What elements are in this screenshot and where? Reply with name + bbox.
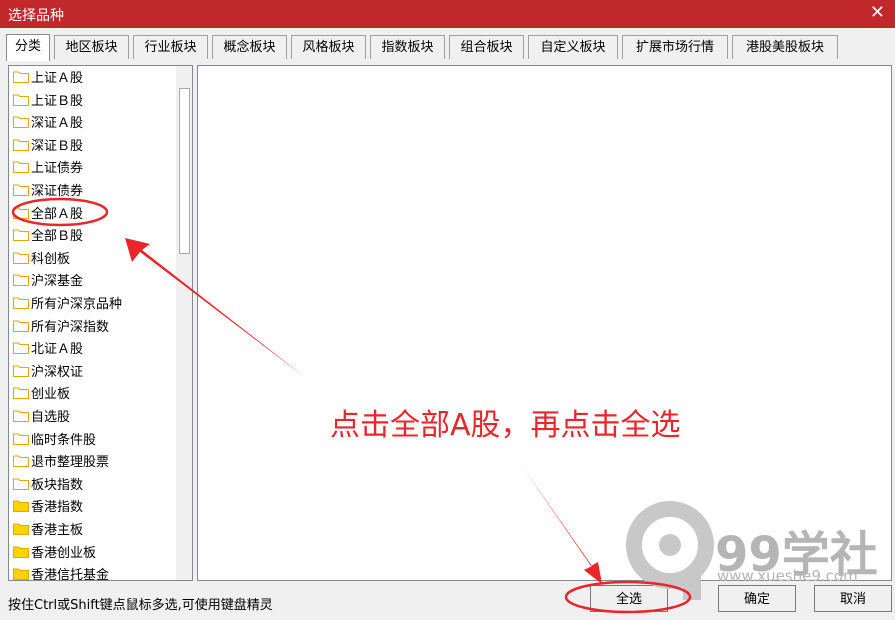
tab-custom[interactable]: 自定义板块 xyxy=(528,35,618,59)
tab-style[interactable]: 风格板块 xyxy=(291,35,366,59)
tab-concept[interactable]: 概念板块 xyxy=(212,35,287,59)
folder-icon xyxy=(13,340,29,355)
tab-region[interactable]: 地区板块 xyxy=(54,35,129,59)
folder-icon xyxy=(13,137,29,151)
close-icon[interactable]: ✕ xyxy=(870,3,885,23)
tree-item-label: 沪深基金 xyxy=(31,274,84,290)
tree-scrollbar[interactable] xyxy=(176,66,192,580)
window-title: 选择品种 xyxy=(8,8,64,24)
tab-hk-us[interactable]: 港股美股板块 xyxy=(732,35,838,59)
folder-icon xyxy=(13,544,29,558)
cancel-button[interactable]: 取消 xyxy=(814,585,892,612)
folder-icon xyxy=(13,114,29,129)
tree-item-label: 所有沪深京品种 xyxy=(31,297,123,312)
tree-item[interactable]: 科创板 xyxy=(13,249,70,271)
tree-item-label: 上证Ｂ股 xyxy=(31,93,84,109)
tree-item-label: 深证Ａ股 xyxy=(31,116,84,132)
tree-item-label: 上证债券 xyxy=(31,161,84,177)
tree-item[interactable]: 临时条件股 xyxy=(13,430,96,452)
tree-item[interactable]: 所有沪深指数 xyxy=(13,317,109,339)
stock-list-panel[interactable] xyxy=(197,65,892,581)
tree-item-label: 科创板 xyxy=(31,251,71,267)
folder-icon xyxy=(13,272,29,287)
tree-item[interactable]: 深证Ｂ股 xyxy=(13,136,83,158)
folder-icon xyxy=(13,92,29,106)
tree-item[interactable]: 深证Ａ股 xyxy=(13,113,83,135)
tree-item[interactable]: 上证Ｂ股 xyxy=(13,91,83,113)
tree-item-label: 临时条件股 xyxy=(31,432,97,448)
tree-item[interactable]: 创业板 xyxy=(13,384,70,406)
watermark-url: www.xueshe9.com xyxy=(717,567,858,585)
folder-icon xyxy=(13,227,29,242)
category-tree[interactable]: 上证Ａ股上证Ｂ股深证Ａ股深证Ｂ股上证债券深证债券全部Ａ股全部Ｂ股科创板沪深基金所… xyxy=(8,65,193,581)
folder-icon xyxy=(13,69,29,83)
tab-extended-market[interactable]: 扩展市场行情 xyxy=(622,35,728,59)
folder-icon xyxy=(13,363,29,377)
tree-item-label: 香港指数 xyxy=(31,500,84,516)
scroll-thumb[interactable] xyxy=(179,88,190,254)
tree-item[interactable]: 全部Ａ股 xyxy=(13,204,83,226)
tree-item[interactable]: 自选股 xyxy=(13,407,70,429)
status-hint: 按住Ctrl或Shift键点鼠标多选,可使用键盘精灵 xyxy=(8,598,273,613)
folder-icon xyxy=(13,318,29,332)
tree-item-label: 创业板 xyxy=(31,387,71,403)
title-bar: 选择品种 ✕ xyxy=(0,0,895,28)
tree-item[interactable]: 全部Ｂ股 xyxy=(13,226,83,248)
tree-item[interactable]: 所有沪深京品种 xyxy=(13,294,122,316)
tree-item[interactable]: 香港信托基金 xyxy=(13,565,110,581)
tree-item-label: 上证Ａ股 xyxy=(31,71,84,86)
folder-icon xyxy=(13,476,29,490)
tree-item-label: 深证Ｂ股 xyxy=(31,138,84,154)
tree-item-label: 所有沪深指数 xyxy=(31,319,110,335)
tab-industry[interactable]: 行业板块 xyxy=(133,35,208,59)
tree-item[interactable]: 香港创业板 xyxy=(13,543,96,565)
tree-item-label: 北证Ａ股 xyxy=(31,342,84,358)
tree-item[interactable]: 北证Ａ股 xyxy=(13,339,83,361)
tree-item[interactable]: 板块指数 xyxy=(13,475,83,497)
folder-icon xyxy=(13,295,29,309)
tree-item-label: 香港信托基金 xyxy=(31,568,110,581)
tree-item[interactable]: 上证Ａ股 xyxy=(13,68,83,90)
tab-combo[interactable]: 组合板块 xyxy=(449,35,524,59)
folder-icon xyxy=(13,159,29,174)
tab-category[interactable]: 分类 xyxy=(6,34,50,61)
tree-item[interactable]: 退市整理股票 xyxy=(13,452,109,474)
annotation-text: 点击全部A股，再点击全选 xyxy=(330,408,681,443)
folder-icon xyxy=(13,566,29,580)
tree-item-label: 退市整理股票 xyxy=(31,455,110,471)
folder-icon xyxy=(13,385,29,400)
tree-item[interactable]: 上证债券 xyxy=(13,158,83,180)
folder-icon xyxy=(13,250,29,264)
folder-icon xyxy=(13,408,29,422)
folder-icon xyxy=(13,431,29,445)
tree-item[interactable]: 香港主板 xyxy=(13,520,83,542)
tree-item-label: 香港主板 xyxy=(31,523,84,538)
tab-index[interactable]: 指数板块 xyxy=(370,35,445,59)
tree-item[interactable]: 沪深权证 xyxy=(13,362,83,384)
tree-item[interactable]: 香港指数 xyxy=(13,497,83,519)
folder-icon xyxy=(13,453,29,468)
tree-item[interactable]: 沪深基金 xyxy=(13,271,83,293)
tree-item-label: 沪深权证 xyxy=(31,364,84,380)
folder-icon xyxy=(13,205,29,219)
folder-icon xyxy=(13,498,29,513)
watermark-logo-icon xyxy=(625,500,715,604)
folder-icon xyxy=(13,521,29,535)
tree-item-label: 自选股 xyxy=(31,410,71,425)
tree-item-label: 深证债券 xyxy=(31,184,84,199)
tree-item[interactable]: 深证债券 xyxy=(13,181,83,203)
tree-item-label: 香港创业板 xyxy=(31,545,97,561)
tree-item-label: 板块指数 xyxy=(31,477,84,493)
folder-icon xyxy=(13,182,29,196)
ok-button[interactable]: 确定 xyxy=(718,585,796,612)
tree-item-label: 全部Ｂ股 xyxy=(31,229,84,245)
tree-item-label: 全部Ａ股 xyxy=(31,206,84,222)
